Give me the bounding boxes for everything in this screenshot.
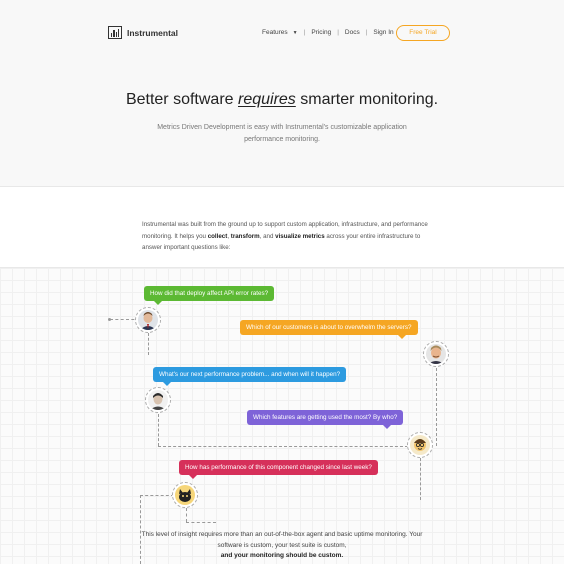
- avatar: [172, 482, 198, 508]
- free-trial-button[interactable]: Free Trial: [396, 25, 450, 41]
- connector-line: [158, 446, 408, 447]
- title-part: Better software: [125, 91, 238, 108]
- question-bubble-4: Which features are getting used the most…: [247, 410, 404, 429]
- top-nav: Instrumental Features ▼ | Pricing | Docs …: [0, 0, 564, 66]
- question-bubble-5: How has performance of this component ch…: [179, 460, 378, 479]
- cat-icon: [175, 485, 195, 505]
- nav-pricing[interactable]: Pricing: [311, 29, 331, 36]
- page-title: Better software requires smarter monitor…: [0, 91, 564, 109]
- question-bubble-1: How did that deploy affect API error rat…: [144, 286, 275, 305]
- avatar: [407, 432, 433, 458]
- logo-text: Instrumental: [127, 27, 179, 38]
- intro-text: Instrumental was built from the ground u…: [142, 219, 432, 254]
- person-icon: [148, 390, 168, 410]
- hero-subtitle: Metrics Driven Development is easy with …: [157, 124, 407, 143]
- connector-line: [158, 414, 159, 446]
- nav-divider: |: [337, 29, 339, 36]
- person-icon: [410, 435, 430, 455]
- question-bubble-2: Which of our customers is about to overw…: [240, 320, 418, 339]
- nav-menu: Features ▼ | Pricing | Docs | Sign In: [262, 29, 394, 36]
- avatar: [145, 387, 171, 413]
- connector-line: [420, 458, 421, 500]
- outro-part: This level of insight requires more than…: [141, 531, 423, 549]
- question-bubble-3: What's our next performance problem... a…: [153, 367, 347, 386]
- nav-divider: |: [365, 29, 368, 36]
- connector-line: [186, 522, 216, 523]
- chevron-down-icon: ▼: [292, 30, 298, 36]
- connector-line: [186, 508, 187, 522]
- nav-features-label: Features: [262, 29, 288, 36]
- logo[interactable]: Instrumental: [108, 26, 178, 39]
- intro-transform: transform: [230, 232, 260, 240]
- intro-visualize: visualize metrics: [275, 232, 325, 240]
- connector-dot: [108, 318, 111, 321]
- nav-sign-in[interactable]: Sign In: [373, 29, 393, 36]
- avatar: [423, 341, 449, 367]
- person-icon: [426, 344, 446, 364]
- outro-bold: and your monitoring should be custom.: [220, 552, 344, 559]
- logo-icon: [108, 26, 122, 39]
- intro-collect: collect: [207, 232, 228, 240]
- title-part: smarter monitoring.: [295, 91, 439, 108]
- person-icon: [138, 310, 158, 330]
- avatar: [135, 307, 161, 333]
- title-emphasis: requires: [237, 91, 296, 108]
- intro-part: , and: [259, 232, 276, 240]
- nav-features[interactable]: Features ▼: [262, 29, 298, 36]
- hero-section: Better software requires smarter monitor…: [0, 66, 564, 186]
- connector-line: [436, 368, 437, 446]
- nav-docs[interactable]: Docs: [345, 29, 360, 36]
- outro-text: This level of insight requires more than…: [140, 530, 424, 562]
- connector-line: [148, 333, 149, 355]
- intro-section: Instrumental was built from the ground u…: [0, 186, 564, 268]
- nav-divider: |: [303, 29, 306, 36]
- connector-line: [140, 495, 174, 496]
- questions-section: How did that deploy affect API error rat…: [0, 268, 564, 564]
